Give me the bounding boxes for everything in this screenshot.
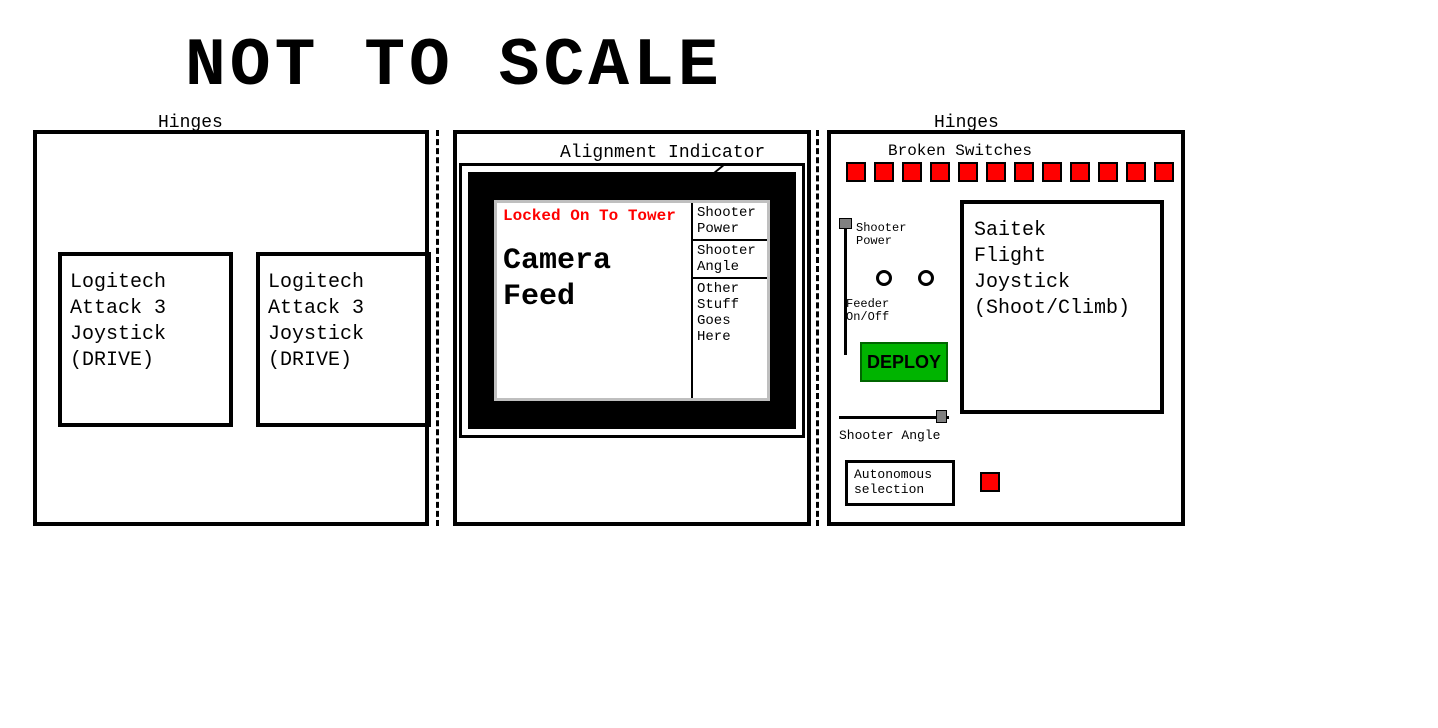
broken-switch[interactable] — [1014, 162, 1034, 182]
monitor: Locked On To Tower Camera Feed Shooter P… — [459, 163, 805, 438]
autonomous-selection[interactable]: Autonomous selection — [845, 460, 955, 506]
shooter-power-slider[interactable] — [839, 218, 852, 229]
broken-switch[interactable] — [902, 162, 922, 182]
feeder-knob[interactable] — [876, 270, 892, 286]
locked-on-status: Locked On To Tower — [503, 207, 685, 225]
broken-switch[interactable] — [1070, 162, 1090, 182]
deploy-button[interactable]: DEPLOY — [860, 342, 948, 382]
autonomous-switch[interactable] — [980, 472, 1000, 492]
monitor-bezel: Locked On To Tower Camera Feed Shooter P… — [468, 172, 796, 429]
drive-joystick-left[interactable]: Logitech Attack 3 Joystick (DRIVE) — [58, 252, 233, 427]
broken-switch[interactable] — [958, 162, 978, 182]
monitor-screen: Locked On To Tower Camera Feed Shooter P… — [494, 200, 770, 401]
screen-other-stuff: Other Stuff Goes Here — [691, 279, 767, 398]
drive-joystick-right[interactable]: Logitech Attack 3 Joystick (DRIVE) — [256, 252, 431, 427]
broken-switch[interactable] — [1042, 162, 1062, 182]
feeder-knob[interactable] — [918, 270, 934, 286]
broken-switch[interactable] — [986, 162, 1006, 182]
divider-dashed — [816, 130, 819, 526]
divider-dashed — [436, 130, 439, 526]
camera-feed-label: Camera Feed — [503, 243, 685, 315]
feeder-label: Feeder On/Off — [846, 298, 889, 324]
screen-shooter-angle: Shooter Angle — [691, 241, 767, 279]
shooter-power-slider-label: Shooter Power — [856, 222, 906, 248]
shooter-angle-slider-track — [839, 416, 949, 419]
broken-switch[interactable] — [1098, 162, 1118, 182]
broken-switch[interactable] — [1154, 162, 1174, 182]
broken-switch[interactable] — [874, 162, 894, 182]
broken-switch[interactable] — [846, 162, 866, 182]
page-title: NOT TO SCALE — [185, 28, 723, 105]
saitek-joystick[interactable]: Saitek Flight Joystick (Shoot/Climb) — [960, 200, 1164, 414]
screen-shooter-power: Shooter Power — [691, 203, 767, 241]
broken-switch[interactable] — [930, 162, 950, 182]
shooter-angle-slider-label: Shooter Angle — [839, 428, 940, 443]
broken-switches-label: Broken Switches — [888, 142, 1032, 160]
alignment-indicator-label: Alignment Indicator — [560, 143, 765, 163]
shooter-angle-slider[interactable] — [936, 410, 947, 423]
shooter-power-slider-track — [844, 225, 847, 355]
broken-switches-row — [846, 162, 1174, 182]
broken-switch[interactable] — [1126, 162, 1146, 182]
